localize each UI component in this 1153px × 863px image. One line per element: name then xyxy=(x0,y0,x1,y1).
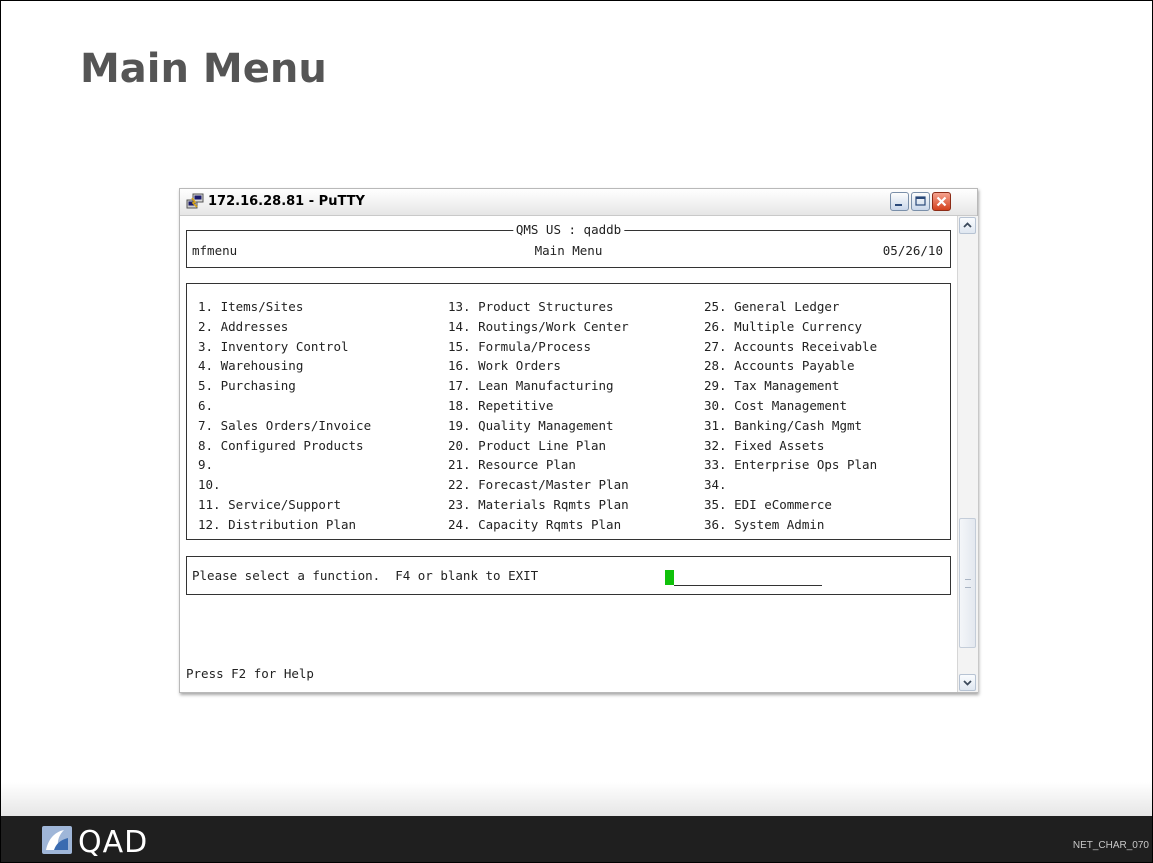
menu-item[interactable]: 24. Capacity Rqmts Plan xyxy=(448,515,629,535)
minimize-icon xyxy=(895,204,902,206)
close-button[interactable] xyxy=(932,192,951,211)
menu-column-3: 25. General Ledger 26. Multiple Currency… xyxy=(704,297,877,535)
screen-date: 05/26/10 xyxy=(882,243,943,258)
menu-item[interactable]: 19. Quality Management xyxy=(448,416,629,436)
menu-item[interactable]: 20. Product Line Plan xyxy=(448,436,629,456)
putty-app-icon[interactable] xyxy=(186,193,204,211)
menu-item[interactable]: 21. Resource Plan xyxy=(448,455,629,475)
help-line: Press F2 for Help xyxy=(186,666,314,681)
menu-item[interactable]: 31. Banking/Cash Mgmt xyxy=(704,416,877,436)
menu-column-2: 13. Product Structures 14. Routings/Work… xyxy=(448,297,629,535)
menu-item[interactable]: 34. xyxy=(704,475,877,495)
slide-title: Main Menu xyxy=(80,46,327,92)
prompt-box: Please select a function. F4 or blank to… xyxy=(186,556,951,595)
minimize-button[interactable] xyxy=(890,192,909,211)
menu-item[interactable]: 10. xyxy=(198,475,371,495)
prompt-label: Please select a function. F4 or blank to… xyxy=(192,568,539,583)
qad-logo: QAD xyxy=(42,824,192,860)
menu-item[interactable]: 25. General Ledger xyxy=(704,297,877,317)
scroll-thumb[interactable] xyxy=(959,518,976,648)
window-title: 172.16.28.81 - PuTTY xyxy=(208,194,365,209)
terminal-screen[interactable]: QMS US : qaddb mfmenu Main Menu 05/26/10… xyxy=(180,216,956,692)
footer-gradient xyxy=(1,782,1152,816)
qad-logo-mark xyxy=(42,826,72,854)
menu-item[interactable]: 30. Cost Management xyxy=(704,396,877,416)
menu-item[interactable]: 29. Tax Management xyxy=(704,376,877,396)
screen-title: Main Menu xyxy=(534,243,603,258)
menu-item[interactable]: 5. Purchasing xyxy=(198,376,371,396)
menu-item[interactable]: 33. Enterprise Ops Plan xyxy=(704,455,877,475)
menu-item[interactable]: 11. Service/Support xyxy=(198,495,371,515)
scroll-grip xyxy=(965,579,971,588)
menu-item[interactable]: 35. EDI eCommerce xyxy=(704,495,877,515)
menu-item[interactable]: 17. Lean Manufacturing xyxy=(448,376,629,396)
menu-item[interactable]: 3. Inventory Control xyxy=(198,337,371,357)
putty-window: 172.16.28.81 - PuTTY QMS US : qaddb mfme… xyxy=(179,188,978,693)
menu-item[interactable]: 8. Configured Products xyxy=(198,436,371,456)
function-input[interactable] xyxy=(674,585,822,586)
menu-item[interactable]: 12. Distribution Plan xyxy=(198,515,371,535)
text-cursor xyxy=(665,570,674,585)
header-box: QMS US : qaddb mfmenu Main Menu 05/26/10 xyxy=(186,223,951,268)
menu-item[interactable]: 36. System Admin xyxy=(704,515,877,535)
menu-box: 1. Items/Sites 2. Addresses 3. Inventory… xyxy=(186,283,951,540)
menu-item[interactable]: 7. Sales Orders/Invoice xyxy=(198,416,371,436)
scroll-up-arrow-icon xyxy=(963,222,972,228)
menu-item[interactable]: 15. Formula/Process xyxy=(448,337,629,357)
maximize-icon xyxy=(915,196,926,206)
window-titlebar[interactable]: 172.16.28.81 - PuTTY xyxy=(180,189,977,216)
menu-item[interactable]: 6. xyxy=(198,396,371,416)
scroll-up-button[interactable] xyxy=(959,217,976,234)
logo-text: QAD xyxy=(78,825,149,860)
menu-item[interactable]: 26. Multiple Currency xyxy=(704,317,877,337)
session-title: QMS US : qaddb xyxy=(512,223,625,237)
menu-item[interactable]: 1. Items/Sites xyxy=(198,297,371,317)
menu-item[interactable]: 32. Fixed Assets xyxy=(704,436,877,456)
menu-item[interactable]: 2. Addresses xyxy=(198,317,371,337)
menu-item[interactable]: 23. Materials Rqmts Plan xyxy=(448,495,629,515)
menu-item[interactable]: 9. xyxy=(198,455,371,475)
maximize-button[interactable] xyxy=(911,192,930,211)
menu-item[interactable]: 13. Product Structures xyxy=(448,297,629,317)
close-icon xyxy=(936,196,947,207)
scroll-down-arrow-icon xyxy=(963,680,972,686)
footer-code: NET_CHAR_070 xyxy=(1072,840,1149,851)
scroll-down-button[interactable] xyxy=(959,674,976,691)
menu-item[interactable]: 16. Work Orders xyxy=(448,356,629,376)
menu-item[interactable]: 18. Repetitive xyxy=(448,396,629,416)
menu-item[interactable]: 14. Routings/Work Center xyxy=(448,317,629,337)
menu-item[interactable]: 27. Accounts Receivable xyxy=(704,337,877,357)
menu-item[interactable]: 28. Accounts Payable xyxy=(704,356,877,376)
vertical-scrollbar[interactable] xyxy=(957,216,978,692)
menu-item[interactable]: 22. Forecast/Master Plan xyxy=(448,475,629,495)
menu-column-1: 1. Items/Sites 2. Addresses 3. Inventory… xyxy=(198,297,371,535)
menu-item[interactable]: 4. Warehousing xyxy=(198,356,371,376)
